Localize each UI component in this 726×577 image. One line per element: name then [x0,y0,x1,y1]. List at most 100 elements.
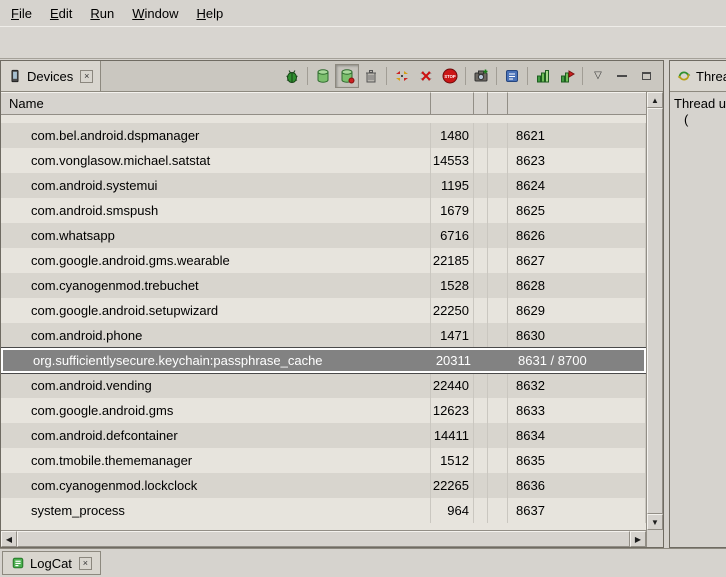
tab-close-icon[interactable]: × [80,70,93,83]
port-cell: 8627 [508,248,646,273]
port-cell: 8631 / 8700 [510,350,644,371]
logcat-band: LogCat × [0,548,726,577]
tab-threads[interactable]: Threads [670,61,726,91]
table-row[interactable]: com.android.defcontainer 14411 8634 [1,423,646,448]
horizontal-scrollbar: ◀ ▶ [1,530,646,547]
header-pid[interactable] [431,92,474,115]
spacer-cell [488,223,508,248]
process-name-cell: system_process [1,498,431,523]
port-cell: 8633 [508,398,646,423]
header-spacer[interactable] [488,92,508,115]
process-name-cell: org.sufficientlysecure.keychain:passphra… [3,350,433,371]
threads-tabband: Threads [670,61,726,92]
menu-help[interactable]: Help [187,0,232,26]
stop-process-icon[interactable]: STOP [438,64,462,88]
spacer-cell [474,173,488,198]
toolbar-separator [496,67,497,85]
threads-icon [677,69,691,83]
show-heap-updates-icon[interactable] [335,64,359,88]
pid-cell: 1512 [431,448,474,473]
tab-logcat[interactable]: LogCat × [2,551,101,575]
start-method-profiling-icon[interactable] [531,64,555,88]
vertical-scroll-thumb[interactable] [647,108,663,514]
menu-edit[interactable]: Edit [41,0,81,26]
header-name[interactable]: Name [1,92,431,115]
table-row[interactable]: com.tmobile.thememanager 1512 8635 [1,448,646,473]
port-cell: 8632 [508,373,646,398]
process-name-cell: com.android.vending [1,373,431,398]
process-name-cell: com.android.smspush [1,198,431,223]
process-name-cell: com.cyanogenmod.trebuchet [1,273,431,298]
pid-cell: 1471 [431,323,474,348]
update-threads-icon[interactable] [390,64,414,88]
spacer-cell [474,498,488,523]
spacer-cell [474,398,488,423]
pid-cell: 14553 [431,148,474,173]
spacer-cell [474,373,488,398]
devices-tabband: Devices × [1,61,663,92]
table-row[interactable]: com.android.phone 1471 8630 [1,323,646,348]
spacer-cell [488,198,508,223]
process-name-cell: com.cyanogenmod.lockclock [1,473,431,498]
view-menu-icon[interactable]: ▽ [586,64,610,88]
capture-system-info-icon[interactable] [500,64,524,88]
table-row[interactable]: com.bel.android.dspmanager 1480 8621 [1,123,646,148]
process-name-cell: com.vonglasow.michael.satstat [1,148,431,173]
table-row[interactable]: com.whatsapp 6716 8626 [1,223,646,248]
debug-process-icon[interactable] [280,64,304,88]
port-cell: 8636 [508,473,646,498]
port-cell: 8621 [508,123,646,148]
table-row[interactable]: org.sufficientlysecure.keychain:passphra… [1,348,646,373]
pid-cell: 1528 [431,273,474,298]
menu-run[interactable]: Run [81,0,123,26]
horizontal-scroll-thumb[interactable] [17,531,630,547]
menu-window[interactable]: Window [123,0,187,26]
table-row[interactable]: system_process 964 8637 [1,498,646,523]
tab-devices[interactable]: Devices × [1,61,101,91]
header-spacer[interactable] [474,92,488,115]
spacer-cell [488,473,508,498]
vertical-scrollbar: ▲ ▼ [646,92,663,547]
process-name-cell: com.bel.android.dspmanager [1,123,431,148]
scroll-down-icon[interactable]: ▼ [647,514,663,530]
spacer-cell [474,148,488,173]
port-cell: 8629 [508,298,646,323]
spacer-cell [488,273,508,298]
devices-table-area: Name com.bel.android.dspmanager 1480 862… [1,92,663,547]
table-row[interactable]: com.google.android.gms 12623 8633 [1,398,646,423]
devices-table: Name com.bel.android.dspmanager 1480 862… [1,92,646,547]
cause-gc-icon[interactable] [359,64,383,88]
port-cell: 8628 [508,273,646,298]
stop-method-profiling-icon[interactable] [555,64,579,88]
partial-row [1,115,646,123]
scroll-up-icon[interactable]: ▲ [647,92,663,108]
devices-panel: Devices × [0,60,664,548]
table-row[interactable]: com.cyanogenmod.lockclock 22265 8636 [1,473,646,498]
tab-close-icon[interactable]: × [79,557,92,570]
screen-capture-icon[interactable] [469,64,493,88]
table-row[interactable]: com.cyanogenmod.trebuchet 1528 8628 [1,273,646,298]
menu-file[interactable]: File [2,0,41,26]
scroll-right-icon[interactable]: ▶ [630,531,646,547]
table-row[interactable]: com.android.systemui 1195 8624 [1,173,646,198]
table-row[interactable]: com.android.smspush 1679 8625 [1,198,646,223]
port-cell: 8634 [508,423,646,448]
maximize-icon[interactable] [634,64,658,88]
threads-message-line: ( [670,112,726,128]
pid-cell: 22265 [431,473,474,498]
stop-thread-updates-icon[interactable] [414,64,438,88]
table-row[interactable]: com.google.android.setupwizard 22250 862… [1,298,646,323]
scroll-left-icon[interactable]: ◀ [1,531,17,547]
pid-cell: 964 [431,498,474,523]
table-row[interactable]: com.google.android.gms.wearable 22185 86… [1,248,646,273]
port-cell: 8625 [508,198,646,223]
pid-cell: 22185 [431,248,474,273]
minimize-icon[interactable] [610,64,634,88]
table-row[interactable]: com.android.vending 22440 8632 [1,373,646,398]
pid-cell: 12623 [431,398,474,423]
header-port[interactable] [508,92,646,115]
table-row[interactable]: com.vonglasow.michael.satstat 14553 8623 [1,148,646,173]
pid-cell: 22440 [431,373,474,398]
update-heap-icon[interactable] [311,64,335,88]
device-icon [8,69,22,83]
